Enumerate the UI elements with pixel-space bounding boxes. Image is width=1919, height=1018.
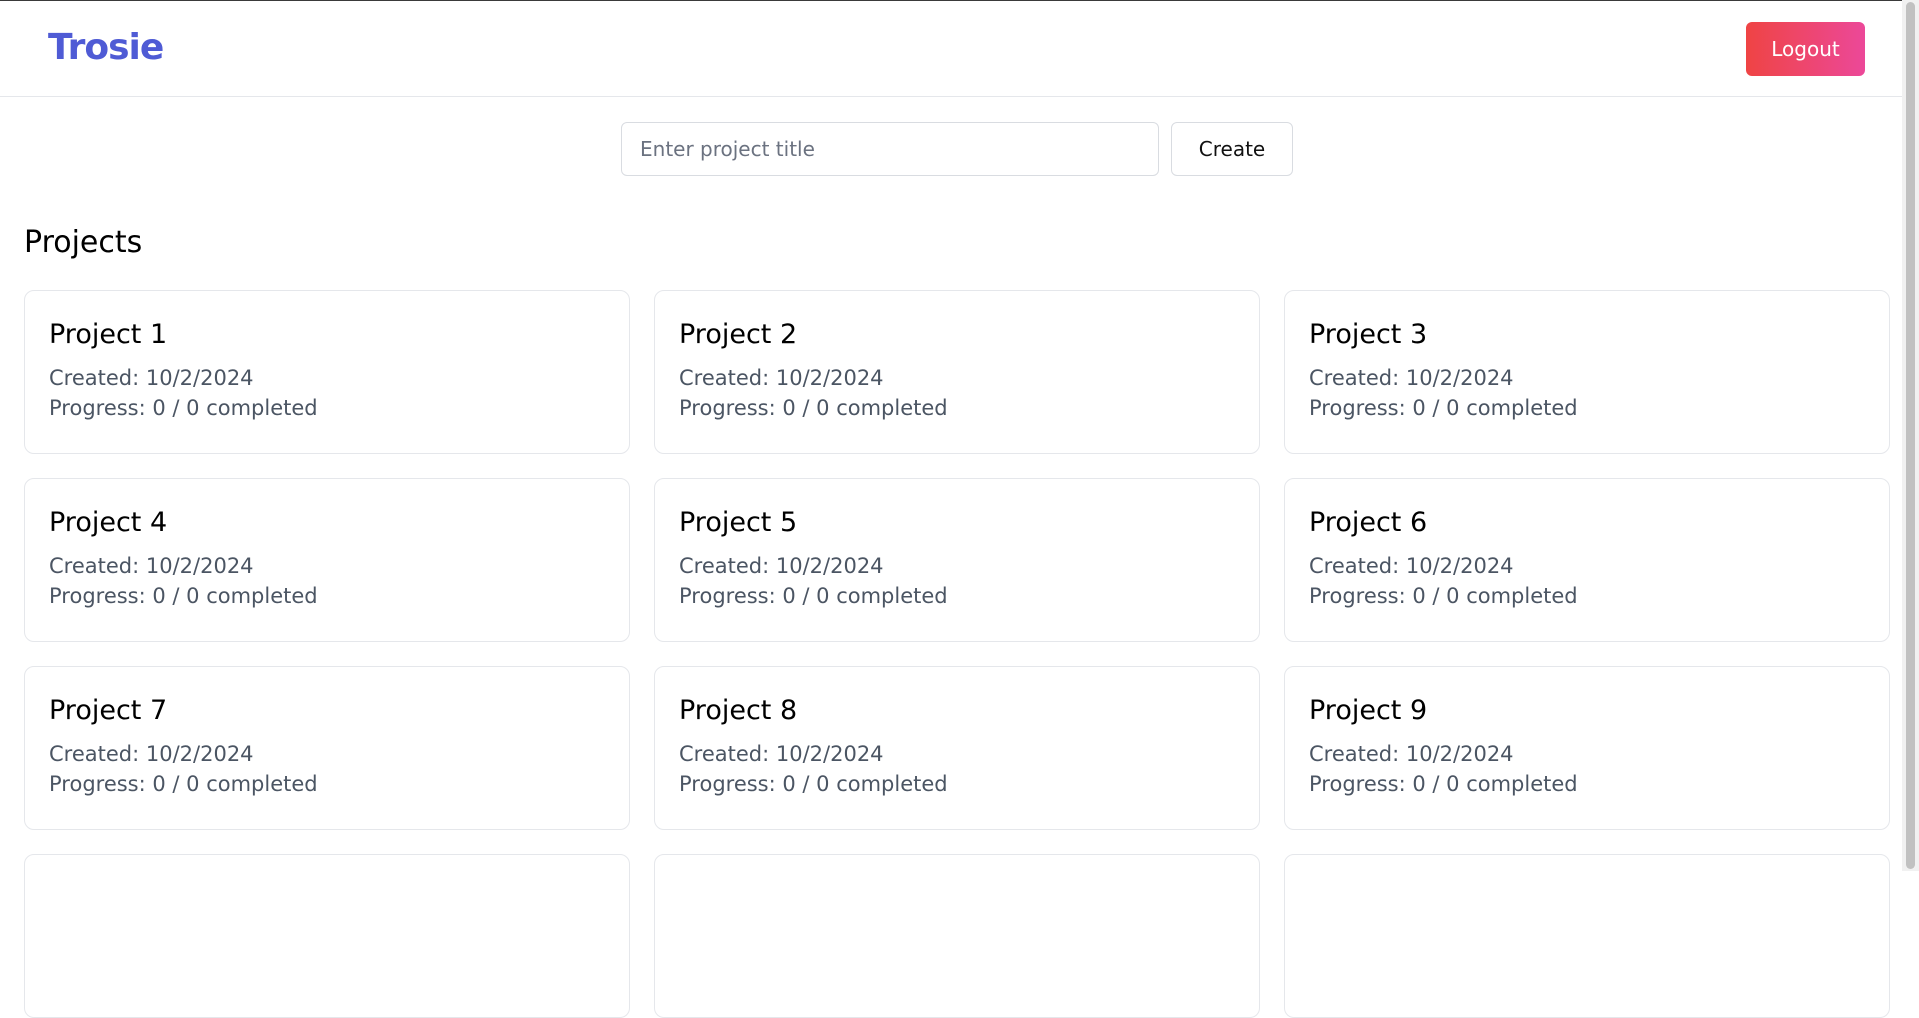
project-created: Created: 10/2/2024: [49, 366, 254, 390]
project-created: Created: 10/2/2024: [1309, 742, 1514, 766]
project-title: Project 7: [49, 695, 168, 726]
scrollbar-thumb[interactable]: [1906, 2, 1915, 869]
project-card[interactable]: Project 9 Created: 10/2/2024 Progress: 0…: [1284, 666, 1890, 830]
project-progress: Progress: 0 / 0 completed: [1309, 772, 1578, 796]
project-progress: Progress: 0 / 0 completed: [49, 396, 318, 420]
project-card[interactable]: Project 5 Created: 10/2/2024 Progress: 0…: [654, 478, 1260, 642]
project-card[interactable]: Project 8 Created: 10/2/2024 Progress: 0…: [654, 666, 1260, 830]
project-title: Project 2: [679, 319, 798, 350]
project-created: Created: 10/2/2024: [49, 742, 254, 766]
project-card[interactable]: Project 7 Created: 10/2/2024 Progress: 0…: [24, 666, 630, 830]
create-project-form: Create: [621, 122, 1293, 176]
project-progress: Progress: 0 / 0 completed: [49, 584, 318, 608]
project-title: Project 6: [1309, 507, 1428, 538]
project-progress: Progress: 0 / 0 completed: [49, 772, 318, 796]
project-title: Project 1: [49, 319, 168, 350]
project-progress: Progress: 0 / 0 completed: [679, 396, 948, 420]
app-header: Trosie Logout: [0, 1, 1919, 97]
project-created: Created: 10/2/2024: [679, 366, 884, 390]
create-button[interactable]: Create: [1171, 122, 1293, 176]
project-title: Project 3: [1309, 319, 1428, 350]
project-card-partial[interactable]: [654, 854, 1260, 1018]
project-card[interactable]: Project 4 Created: 10/2/2024 Progress: 0…: [24, 478, 630, 642]
project-card-partial[interactable]: [1284, 854, 1890, 1018]
project-title: Project 4: [49, 507, 168, 538]
project-created: Created: 10/2/2024: [679, 742, 884, 766]
logout-button[interactable]: Logout: [1746, 22, 1865, 76]
project-card[interactable]: Project 6 Created: 10/2/2024 Progress: 0…: [1284, 478, 1890, 642]
project-card[interactable]: Project 2 Created: 10/2/2024 Progress: 0…: [654, 290, 1260, 454]
project-progress: Progress: 0 / 0 completed: [1309, 396, 1578, 420]
project-created: Created: 10/2/2024: [49, 554, 254, 578]
project-progress: Progress: 0 / 0 completed: [679, 584, 948, 608]
project-created: Created: 10/2/2024: [679, 554, 884, 578]
project-card[interactable]: Project 3 Created: 10/2/2024 Progress: 0…: [1284, 290, 1890, 454]
page-scrollbar[interactable]: [1902, 0, 1919, 871]
project-progress: Progress: 0 / 0 completed: [679, 772, 948, 796]
project-card-partial[interactable]: [24, 854, 630, 1018]
project-title: Project 8: [679, 695, 798, 726]
project-progress: Progress: 0 / 0 completed: [1309, 584, 1578, 608]
projects-heading: Projects: [24, 225, 143, 260]
project-card[interactable]: Project 1 Created: 10/2/2024 Progress: 0…: [24, 290, 630, 454]
project-title-input[interactable]: [621, 122, 1159, 176]
brand-logo[interactable]: Trosie: [48, 25, 164, 71]
projects-grid: Project 1 Created: 10/2/2024 Progress: 0…: [24, 290, 1890, 1018]
project-title: Project 9: [1309, 695, 1428, 726]
project-created: Created: 10/2/2024: [1309, 554, 1514, 578]
project-created: Created: 10/2/2024: [1309, 366, 1514, 390]
project-title: Project 5: [679, 507, 798, 538]
